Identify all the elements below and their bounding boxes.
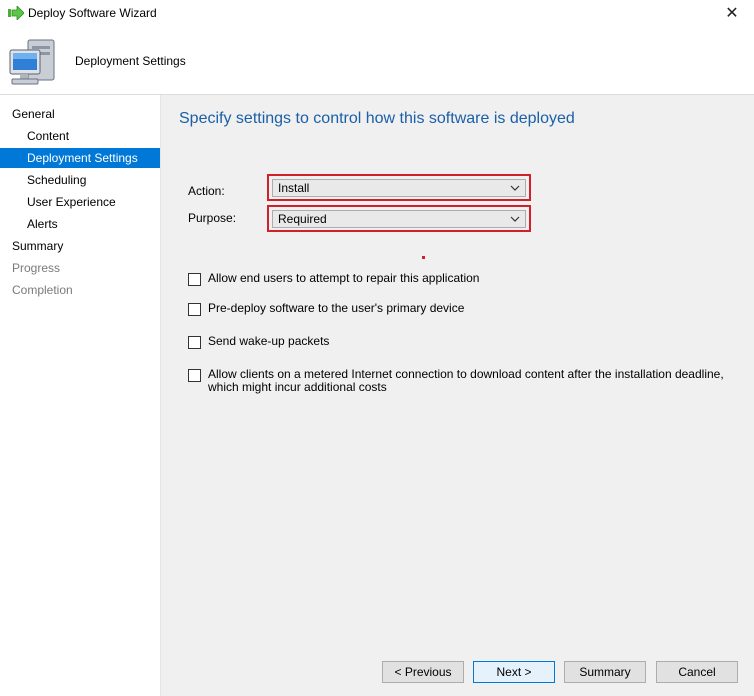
action-label: Action: (188, 184, 225, 198)
cancel-button[interactable]: Cancel (656, 661, 738, 683)
nav-item-user-experience[interactable]: User Experience (0, 192, 160, 212)
previous-button[interactable]: < Previous (382, 661, 464, 683)
metered-option-label[interactable]: Allow clients on a metered Internet conn… (208, 368, 738, 394)
option-repair-row: Allow end users to attempt to repair thi… (188, 272, 738, 286)
chevron-down-icon (509, 211, 521, 227)
action-value: Install (278, 181, 310, 195)
action-dropdown[interactable]: Install (272, 179, 526, 197)
option-predeploy-row: Pre-deploy software to the user's primar… (188, 302, 738, 316)
purpose-highlight-frame: Required (267, 205, 531, 232)
nav-item-completion: Completion (12, 283, 73, 297)
page-title: Deployment Settings (75, 54, 186, 68)
predeploy-checkbox[interactable] (188, 303, 201, 316)
summary-button[interactable]: Summary (564, 661, 646, 683)
settings-panel: Specify settings to control how this sof… (161, 95, 754, 696)
repair-option-label[interactable]: Allow end users to attempt to repair thi… (208, 272, 738, 285)
wakeup-option-label[interactable]: Send wake-up packets (208, 335, 738, 348)
wizard-navigation: General Content Deployment Settings Sche… (0, 95, 161, 696)
green-arrow-icon (8, 6, 24, 20)
nav-item-deployment-settings[interactable]: Deployment Settings (0, 148, 160, 168)
purpose-label: Purpose: (188, 211, 237, 225)
computer-icon (9, 39, 55, 85)
nav-item-content[interactable]: Content (0, 126, 160, 146)
option-wakeup-row: Send wake-up packets (188, 335, 738, 349)
purpose-dropdown[interactable]: Required (272, 210, 526, 228)
page-heading: Specify settings to control how this sof… (179, 110, 575, 127)
nav-item-progress: Progress (12, 261, 61, 275)
title-bar: Deploy Software Wizard ✕ (0, 0, 754, 28)
chevron-down-icon (509, 180, 521, 196)
option-metered-row: Allow clients on a metered Internet conn… (188, 368, 738, 394)
wizard-header: Deployment Settings (0, 28, 754, 95)
predeploy-option-label[interactable]: Pre-deploy software to the user's primar… (208, 302, 738, 315)
metered-checkbox[interactable] (188, 369, 201, 382)
nav-item-summary[interactable]: Summary (0, 236, 160, 256)
window-title: Deploy Software Wizard (28, 6, 157, 20)
wakeup-checkbox[interactable] (188, 336, 201, 349)
nav-item-general[interactable]: General (0, 104, 160, 124)
close-button[interactable]: ✕ (718, 2, 746, 24)
purpose-value: Required (278, 212, 327, 226)
close-icon: ✕ (725, 5, 739, 22)
nav-item-scheduling[interactable]: Scheduling (0, 170, 160, 190)
repair-checkbox[interactable] (188, 273, 201, 286)
annotation-mark (422, 256, 425, 259)
nav-item-alerts[interactable]: Alerts (0, 214, 160, 234)
action-highlight-frame: Install (267, 174, 531, 201)
next-button[interactable]: Next > (473, 661, 555, 683)
